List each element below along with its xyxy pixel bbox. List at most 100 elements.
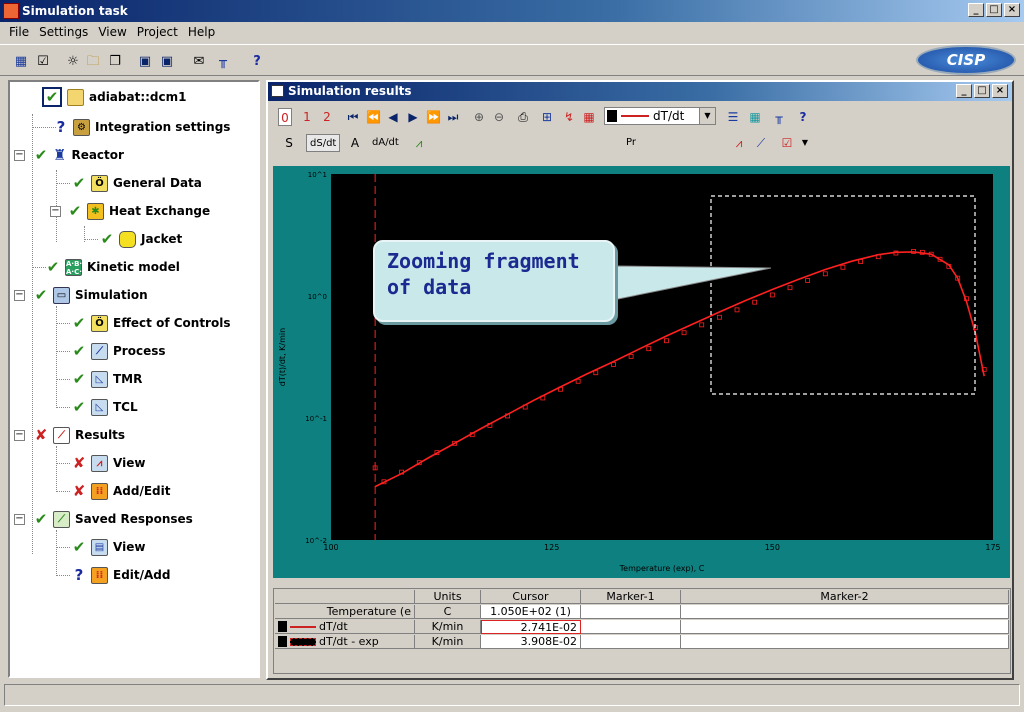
maximize-button[interactable]: □ [986, 3, 1002, 17]
next-icon[interactable]: ▶ [406, 108, 420, 126]
calculate-icon[interactable]: ╥ [772, 108, 786, 126]
tree-node-root[interactable]: ✔ adiabat::dcm1 [42, 86, 186, 108]
two-button[interactable]: 2 [320, 108, 334, 126]
report-icon[interactable]: ✉ [190, 53, 208, 71]
collapse-reactor[interactable]: − [14, 150, 25, 161]
tree-node-effect-of-controls[interactable]: ✔ Ö Effect of Controls [72, 312, 231, 334]
tree-node-saved-view[interactable]: ✔ ▤ View [72, 536, 146, 558]
copy-icon[interactable]: ❐ [106, 53, 124, 71]
tab-da-dt[interactable]: dA/dt [372, 134, 399, 152]
table-grid-icon: ⁞⁞ [91, 482, 108, 500]
grid-view-icon[interactable]: ▦ [12, 53, 30, 71]
x-tick-label: 125 [544, 543, 559, 552]
tree-node-jacket[interactable]: ✔ Jacket [100, 228, 183, 250]
menu-view[interactable]: View [93, 25, 131, 39]
checklist-icon[interactable]: ☑ [34, 53, 52, 71]
calculate-icon[interactable]: ╥ [214, 53, 232, 71]
last-icon[interactable]: ⏭ [446, 108, 460, 126]
results-close-button[interactable]: × [992, 84, 1008, 98]
save-icon[interactable]: ▣ [136, 53, 154, 71]
chart-svg[interactable]: 100 125 150 17510^-210^-110^010^1 Temperatu… [273, 166, 1010, 578]
zero-button[interactable]: 0 [278, 108, 292, 126]
chevron-down-icon[interactable]: ▼ [699, 108, 715, 124]
tree-node-reactor[interactable]: ✔ ♜ Reactor [34, 144, 124, 166]
y-tick-label: 10^-1 [305, 415, 327, 423]
palette-icon[interactable]: ▦ [582, 108, 596, 126]
tree-node-saved-edit-add[interactable]: ? ⁞⁞ Edit/Add [72, 564, 171, 586]
series-select[interactable]: dT/dt ▼ [604, 107, 716, 125]
collapse-results[interactable]: − [14, 430, 25, 441]
checkbox-icon[interactable]: ☑ [780, 134, 794, 152]
tree-node-simulation[interactable]: ✔ ▭ Simulation [34, 284, 148, 306]
new-file-icon[interactable]: ☼ [64, 53, 82, 71]
fit-curve-icon[interactable]: ⟋ [754, 134, 768, 152]
tab-a[interactable]: A [348, 134, 362, 152]
one-button[interactable]: 1 [300, 108, 314, 126]
tree-node-process[interactable]: ✔ ⟋ Process [72, 340, 166, 362]
y-tick-label: 10^0 [308, 293, 327, 301]
open-folder-icon[interactable]: 🗀 [84, 53, 102, 71]
rewind-icon[interactable]: ⏪ [366, 108, 381, 126]
prev-icon[interactable]: ◀ [386, 108, 400, 126]
results-minimize-button[interactable]: _ [956, 84, 972, 98]
app-title-bar: Simulation task _ □ × [0, 0, 1024, 22]
results-maximize-button[interactable]: □ [974, 84, 990, 98]
results-title-bar: Simulation results _ □ × [268, 82, 1012, 101]
tree-node-heat-exchange[interactable]: ✔ ✱ Heat Exchange [68, 200, 210, 222]
active-cursor-cell[interactable]: 2.741E-02 [481, 620, 581, 634]
collapse-saved-responses[interactable]: − [14, 514, 25, 525]
tree-node-results[interactable]: ✘ ⟋ Results [34, 424, 125, 446]
add-curve-icon[interactable]: ⩘ [732, 134, 746, 152]
tree-node-saved-responses[interactable]: ✔ ⟋ Saved Responses [34, 508, 193, 530]
tree-node-general-data[interactable]: ✔ Ö General Data [72, 172, 202, 194]
grid-icon[interactable]: ▦ [748, 108, 762, 126]
table-row[interactable]: dT/dt - exp K/min 3.908E-02 [275, 635, 1009, 649]
jacket-icon [119, 230, 136, 248]
chart-options-icon[interactable]: ⩘ [412, 134, 426, 152]
computer-icon: ▭ [53, 286, 70, 304]
menu-settings[interactable]: Settings [34, 25, 93, 39]
menu-project[interactable]: Project [132, 25, 183, 39]
heat-exchange-icon: ✱ [87, 202, 104, 220]
forward-icon[interactable]: ⏩ [426, 108, 441, 126]
table-row[interactable]: dT/dt K/min 2.741E-02 [275, 620, 1009, 634]
check-icon: ✔ [72, 370, 86, 388]
tab-s[interactable]: S [282, 134, 296, 152]
tcl-chart-icon: ◺ [91, 398, 108, 416]
check-icon: ✔ [72, 174, 86, 192]
tab-ds-dt[interactable]: dS/dt [306, 134, 341, 152]
print-icon[interactable]: ⎙ [516, 108, 530, 126]
collapse-heat-exchange[interactable]: − [50, 206, 61, 217]
plot-area[interactable] [331, 174, 993, 540]
first-icon[interactable]: ⏮ [346, 108, 360, 126]
scale-icon[interactable]: ↯ [562, 108, 576, 126]
tree-node-results-view[interactable]: ✘ ⩘ View [72, 452, 146, 474]
header-marker-2: Marker-2 [681, 590, 1009, 604]
reactor-icon: ♜ [53, 146, 67, 164]
tree-node-tmr[interactable]: ✔ ◺ TMR [72, 368, 143, 390]
menu-help[interactable]: Help [183, 25, 220, 39]
zoom-in-icon[interactable]: ⊕ [472, 108, 486, 126]
tree-node-tcl[interactable]: ✔ ◺ TCL [72, 396, 138, 418]
close-button[interactable]: × [1004, 3, 1020, 17]
header-marker-1: Marker-1 [581, 590, 681, 604]
zoom-out-icon[interactable]: ⊖ [492, 108, 506, 126]
results-chart-icon: ⟋ [53, 426, 70, 444]
check-icon: ✔ [68, 202, 82, 220]
chevron-down-icon[interactable]: ▼ [798, 134, 812, 152]
save-as-icon[interactable]: ▣ [158, 53, 176, 71]
tree-node-results-add-edit[interactable]: ✘ ⁞⁞ Add/Edit [72, 480, 171, 502]
list-icon[interactable]: ☰ [726, 108, 740, 126]
minimize-button[interactable]: _ [968, 3, 984, 17]
help-icon[interactable]: ? [248, 53, 266, 71]
help-icon[interactable]: ? [796, 108, 810, 126]
tree-node-integration-settings[interactable]: ? ⚙ Integration settings [54, 116, 231, 138]
main-toolbar: ▦ ☑ ☼ 🗀 ❐ ▣ ▣ ✉ ╥ ? CISP [0, 44, 1024, 76]
legend-icon[interactable]: ⊞ [540, 108, 554, 126]
collapse-simulation[interactable]: − [14, 290, 25, 301]
table-row[interactable]: Temperature (e C 1.050E+02 (1) [275, 605, 1009, 619]
menu-file[interactable]: File [4, 25, 34, 39]
tree-node-kinetic-model[interactable]: ✔ A·B· A·C· Kinetic model [46, 256, 180, 278]
pr-label[interactable]: Pr [624, 134, 638, 152]
check-icon: ✔ [72, 314, 86, 332]
